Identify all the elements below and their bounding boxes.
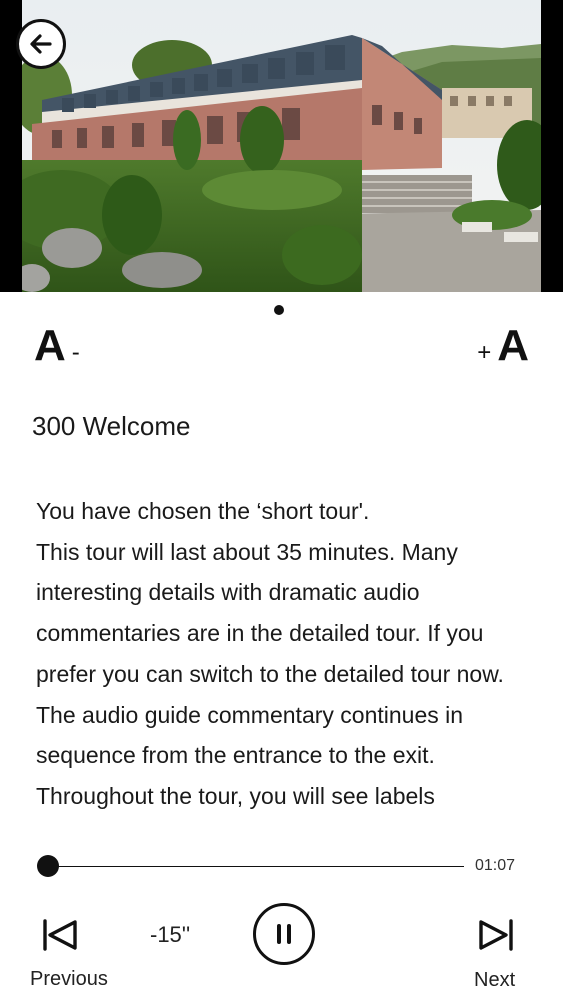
- previous-label[interactable]: Previous: [30, 966, 108, 992]
- pause-button[interactable]: [253, 903, 315, 965]
- decrease-font-letter: A: [34, 321, 66, 370]
- audio-progress-handle[interactable]: [37, 855, 59, 877]
- page-indicator-dot: [274, 305, 284, 315]
- increase-font-size-button[interactable]: + A: [471, 320, 529, 372]
- increase-font-letter: A: [497, 321, 529, 370]
- pause-icon: [277, 924, 291, 944]
- description-paragraph: The audio guide commentary continues in …: [36, 701, 464, 769]
- next-label[interactable]: Next: [474, 967, 515, 993]
- audio-guide-screen: A - + A 300 Welcome You have chosen the …: [0, 0, 563, 1000]
- increase-font-sign: +: [477, 339, 492, 366]
- decrease-font-size-button[interactable]: A -: [34, 320, 86, 372]
- previous-button[interactable]: [40, 913, 80, 957]
- stop-title: 300 Welcome: [32, 411, 191, 441]
- description-paragraph: This tour will last about 35 minutes. Ma…: [36, 538, 504, 687]
- arrow-left-icon: [30, 34, 52, 54]
- back-button[interactable]: [16, 19, 66, 69]
- elapsed-time: 01:07: [474, 857, 515, 874]
- description-paragraph: You have chosen the ‘short tour'.: [36, 498, 370, 524]
- audio-progress-bar[interactable]: [40, 866, 464, 867]
- photo-frame: [0, 0, 563, 292]
- skip-previous-icon: [43, 919, 77, 951]
- stop-description[interactable]: You have chosen the ‘short tour'. This t…: [36, 491, 536, 835]
- decrease-font-sign: -: [71, 339, 80, 366]
- next-button[interactable]: [476, 913, 516, 957]
- description-paragraph: Throughout the tour, you will see labels: [36, 782, 435, 809]
- museum-photo-illustration: [22, 0, 541, 292]
- museum-photo: [22, 0, 541, 292]
- rewind-15-button[interactable]: -15'': [150, 920, 190, 950]
- skip-next-icon: [479, 919, 513, 951]
